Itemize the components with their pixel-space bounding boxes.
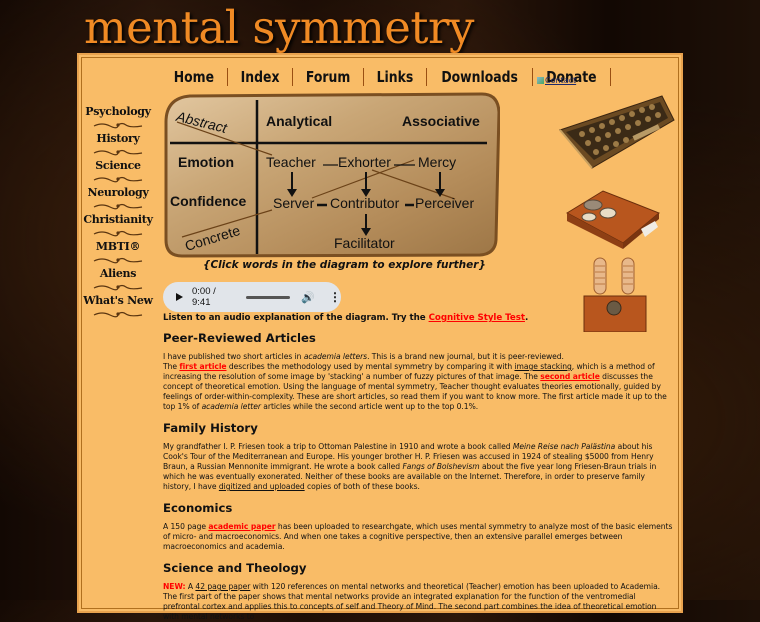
nav-index[interactable]: Index [230, 68, 289, 86]
42-page-paper-link[interactable]: 42 page paper [195, 582, 250, 591]
flourish-divider-icon [80, 119, 156, 131]
audio-time: 0:00 / 9:41 [192, 286, 216, 308]
nav-home[interactable]: Home [164, 68, 225, 86]
audio-seek-slider[interactable] [246, 295, 291, 299]
flourish-divider-icon [80, 173, 156, 185]
diagram-contributor[interactable]: Contributor [330, 195, 399, 211]
nav-forum[interactable]: Forum [296, 68, 361, 86]
sidebar-item-neurology[interactable]: Neurology [80, 185, 156, 200]
flourish-divider-icon [80, 308, 156, 320]
audio-player: 0:00 / 9:41 🔊 ⋮ [163, 282, 341, 312]
flourish-divider-icon [80, 200, 156, 212]
flourish-divider-icon [80, 227, 156, 239]
nav-divider [226, 68, 228, 86]
contact-link[interactable]: Contact [537, 76, 576, 85]
left-nav: Psychology History Science Neurology Chr… [80, 104, 156, 320]
nav-divider [610, 68, 612, 86]
nav-links[interactable]: Links [367, 68, 424, 86]
sidebar-item-christianity[interactable]: Christianity [80, 212, 156, 227]
sidebar-item-science[interactable]: Science [80, 158, 156, 173]
science-paragraph: NEW: A 42 page paper with 120 references… [163, 582, 661, 621]
second-article-link[interactable]: second article [540, 372, 600, 381]
play-icon[interactable] [176, 293, 183, 301]
diagram-facilitator[interactable]: Facilitator [334, 235, 395, 251]
nav-divider [426, 68, 428, 86]
nav-divider [363, 68, 365, 86]
family-paragraph: My grandfather I. P. Friesen took a trip… [163, 442, 657, 491]
volume-icon[interactable]: 🔊 [301, 291, 315, 304]
academic-paper-link[interactable]: academic paper [208, 522, 275, 531]
sidebar-item-psychology[interactable]: Psychology [80, 104, 156, 119]
new-badge: NEW: [163, 582, 186, 591]
diagram-caption: {Click words in the diagram to explore f… [203, 259, 486, 271]
audio-intro: Listen to an audio explanation of the di… [163, 313, 529, 323]
sidebar-item-whats-new[interactable]: What's New [80, 293, 156, 308]
sidebar-item-history[interactable]: History [80, 131, 156, 146]
main-content: Listen to an audio explanation of the di… [163, 312, 673, 622]
flourish-divider-icon [80, 146, 156, 158]
digitized-uploaded-link[interactable]: digitized and uploaded [219, 482, 305, 491]
nav-divider [291, 68, 293, 86]
diagram-perceiver[interactable]: Perceiver [415, 195, 474, 211]
site-title: mental symmetry [84, 1, 474, 54]
diagram-emotion[interactable]: Emotion [178, 154, 234, 170]
first-article-link[interactable]: first article [179, 362, 226, 371]
more-options-icon[interactable]: ⋮ [329, 290, 341, 304]
diagram-associative[interactable]: Associative [402, 113, 480, 129]
diagram-analytical[interactable]: Analytical [266, 113, 332, 129]
diagram-server[interactable]: Server [273, 195, 314, 211]
heading-science-theology: Science and Theology [163, 561, 307, 575]
cognitive-diagram: Abstract Concrete Analytical Associative… [162, 92, 500, 258]
sidebar-item-mbti[interactable]: MBTI® [80, 239, 156, 254]
heading-peer-reviewed: Peer-Reviewed Articles [163, 331, 316, 345]
steampunk-keyboard-image [559, 95, 675, 169]
steampunk-device-image [565, 190, 660, 249]
peer-paragraph-1: I have published two short articles in a… [163, 352, 667, 411]
broken-image-icon [537, 77, 544, 84]
flourish-divider-icon [80, 254, 156, 266]
cognitive-style-test-link[interactable]: Cognitive Style Test [429, 313, 525, 323]
heading-economics: Economics [163, 501, 233, 515]
diagram-exhorter[interactable]: Exhorter [338, 154, 391, 170]
heading-family-history: Family History [163, 421, 258, 435]
economics-paragraph: A 150 page academic paper has been uploa… [163, 522, 673, 551]
flourish-divider-icon [80, 281, 156, 293]
image-stacking-link[interactable]: image stacking [514, 362, 571, 371]
diagram-teacher[interactable]: Teacher [266, 154, 316, 170]
diagram-mercy[interactable]: Mercy [418, 154, 456, 170]
diagram-confidence[interactable]: Confidence [170, 193, 246, 209]
nav-divider [532, 68, 534, 86]
sidebar-item-aliens[interactable]: Aliens [80, 266, 156, 281]
nav-downloads[interactable]: Downloads [431, 68, 528, 86]
contact-alt-text: Contact [545, 76, 577, 85]
